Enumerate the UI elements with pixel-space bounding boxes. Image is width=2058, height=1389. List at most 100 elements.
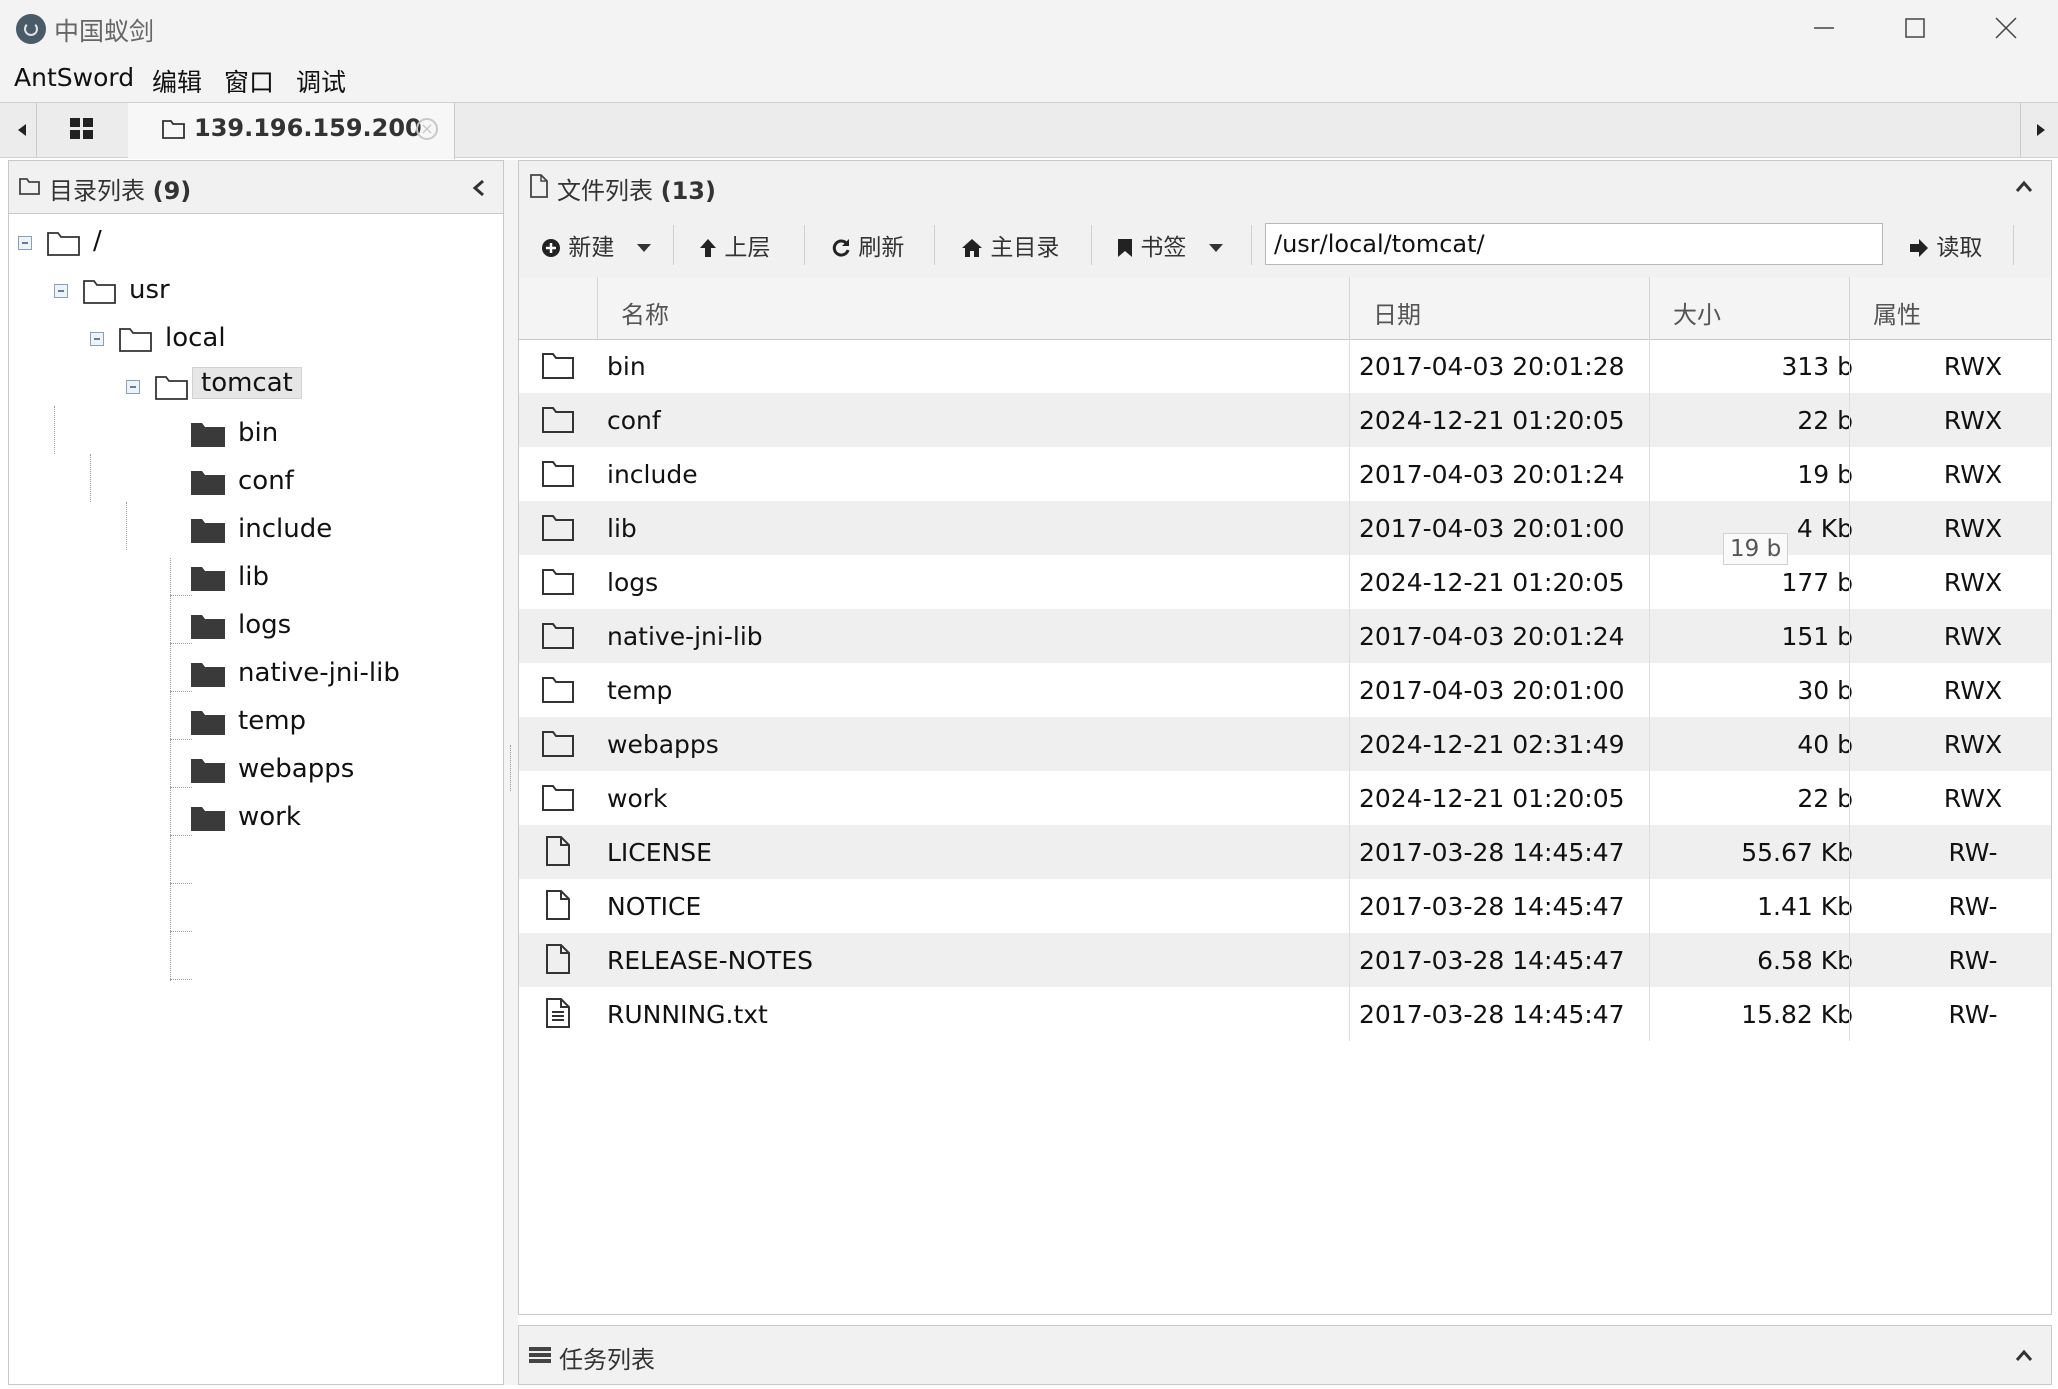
file-attributes: RWX [1943, 406, 2003, 435]
chevron-up-icon[interactable] [2015, 179, 2033, 193]
tree-guide [170, 787, 192, 788]
tree-toggle-local[interactable] [90, 332, 104, 346]
folder-filled-icon [191, 663, 225, 687]
tree-item-root[interactable]: / [93, 226, 102, 256]
read-button[interactable]: 读取 [1909, 228, 1982, 262]
file-attributes: RWX [1943, 676, 2003, 705]
tree-item-bin[interactable]: bin [238, 418, 278, 448]
column-divider [1849, 393, 1850, 447]
column-header-attributes[interactable]: 属性 [1873, 295, 1921, 330]
folder-open-icon [119, 328, 152, 352]
tab-scroll-right-button[interactable] [2020, 103, 2058, 157]
tree-item-usr[interactable]: usr [129, 275, 170, 305]
column-divider [1849, 277, 1850, 339]
file-date: 2017-03-28 14:45:47 [1359, 892, 1625, 921]
file-row[interactable]: webapps 2024-12-21 02:31:49 40 b RWX [519, 717, 2051, 771]
file-panel: 文件列表 (13) 新建 上层 刷新 主目录 书签 /usr/local/tom… [518, 160, 2052, 1315]
column-header-size[interactable]: 大小 [1673, 295, 1721, 330]
tree-guide [126, 502, 127, 550]
file-row[interactable]: lib 2017-04-03 20:01:00 4 Kb RWX [519, 501, 2051, 555]
tree-toggle-root[interactable] [18, 236, 32, 250]
bookmark-button[interactable]: 书签 [1117, 228, 1224, 262]
tab-shell[interactable]: 139.196.159.200 × [128, 103, 455, 159]
folder-open-icon [83, 280, 116, 304]
file-panel-title: 文件列表 (13) [557, 171, 716, 206]
file-count: (13) [660, 177, 716, 205]
file-row[interactable]: temp 2017-04-03 20:01:00 30 b RWX [519, 663, 2051, 717]
new-button[interactable]: 新建 [541, 228, 652, 262]
column-divider [1649, 825, 1650, 879]
toolbar-separator [2013, 225, 2014, 265]
file-row[interactable]: LICENSE 2017-03-28 14:45:47 55.67 Kb RW- [519, 825, 2051, 879]
menu-antsword[interactable]: AntSword [14, 63, 134, 92]
menu-edit[interactable]: 编辑 [152, 63, 202, 99]
refresh-button-label: 刷新 [858, 235, 905, 261]
file-row[interactable]: native-jni-lib 2017-04-03 20:01:24 151 b RW… [519, 609, 2051, 663]
file-size: 1.41 Kb [1757, 892, 1853, 921]
column-divider [1849, 933, 1850, 987]
new-button-label: 新建 [568, 235, 615, 261]
file-size: 19 b [1797, 460, 1853, 489]
column-divider [1649, 339, 1650, 393]
column-header-name[interactable]: 名称 [621, 295, 669, 330]
home-dir-button[interactable]: 主目录 [961, 228, 1059, 262]
tab-scroll-left-button[interactable] [8, 103, 37, 157]
file-attributes: RWX [1943, 568, 2003, 597]
minimize-button[interactable] [1794, 8, 1854, 48]
tab-home[interactable] [38, 103, 129, 157]
tree-item-native-jni-lib[interactable]: native-jni-lib [238, 658, 400, 688]
column-divider [1649, 879, 1650, 933]
tree-item-conf[interactable]: conf [238, 466, 294, 496]
menu-window[interactable]: 窗口 [224, 63, 274, 99]
tab-close-icon[interactable]: × [416, 118, 438, 140]
close-button[interactable] [1976, 8, 2036, 48]
file-date: 2024-12-21 01:20:05 [1359, 568, 1625, 597]
tree-toggle-usr[interactable] [54, 284, 68, 298]
file-name: temp [607, 676, 673, 705]
tree-item-tomcat-selected[interactable]: tomcat [192, 367, 302, 399]
folder-filled-icon [191, 519, 225, 543]
file-row[interactable]: RELEASE-NOTES 2017-03-28 14:45:47 6.58 Kb R… [519, 933, 2051, 987]
column-divider [1649, 555, 1650, 609]
file-row[interactable]: work 2024-12-21 01:20:05 22 b RWX [519, 771, 2051, 825]
file-date: 2017-04-03 20:01:24 [1359, 460, 1625, 489]
tree-guide [170, 835, 192, 836]
folder-icon [542, 353, 574, 379]
file-row[interactable]: bin 2017-04-03 20:01:28 313 b RWX [519, 339, 2051, 393]
chevron-up-icon[interactable] [2015, 1348, 2033, 1362]
file-date: 2017-04-03 20:01:00 [1359, 676, 1625, 705]
column-divider [1349, 339, 1350, 393]
tree-item-lib[interactable]: lib [238, 562, 269, 592]
file-attributes: RWX [1943, 514, 2003, 543]
tree-item-local[interactable]: local [165, 323, 226, 353]
column-divider [1349, 447, 1350, 501]
file-date: 2024-12-21 01:20:05 [1359, 406, 1625, 435]
refresh-button[interactable]: 刷新 [831, 228, 904, 262]
home-dir-button-label: 主目录 [990, 235, 1060, 261]
antsword-logo-icon [16, 14, 46, 44]
chevron-left-icon[interactable] [471, 179, 487, 197]
splitter-grip[interactable] [510, 745, 513, 791]
file-row[interactable]: logs 2024-12-21 01:20:05 177 b RWX [519, 555, 2051, 609]
file-row[interactable]: NOTICE 2017-03-28 14:45:47 1.41 Kb RW- [519, 879, 2051, 933]
tree-item-include[interactable]: include [238, 514, 332, 544]
menu-bar: AntSword 编辑 窗口 调试 [0, 56, 2058, 102]
file-size: 22 b [1797, 406, 1853, 435]
tree-toggle-tomcat[interactable] [126, 380, 140, 394]
path-input[interactable] [1265, 223, 1883, 265]
tree-item-logs[interactable]: logs [238, 610, 291, 640]
folder-filled-icon [191, 567, 225, 591]
file-size: 4 Kb [1796, 514, 1853, 543]
tree-item-work[interactable]: work [238, 802, 301, 832]
file-row[interactable]: conf 2024-12-21 01:20:05 22 b RWX [519, 393, 2051, 447]
maximize-button[interactable] [1885, 8, 1945, 48]
menu-debug[interactable]: 调试 [296, 63, 346, 99]
file-row[interactable]: include 2017-04-03 20:01:24 19 b RWX [519, 447, 2051, 501]
up-button[interactable]: 上层 [699, 228, 770, 262]
column-header-date[interactable]: 日期 [1373, 295, 1421, 330]
column-divider [1349, 987, 1350, 1041]
column-divider [1649, 393, 1650, 447]
file-row[interactable]: RUNNING.txt 2017-03-28 14:45:47 15.82 Kb RW… [519, 987, 2051, 1041]
tree-item-temp[interactable]: temp [238, 706, 306, 736]
tree-item-webapps[interactable]: webapps [238, 754, 354, 784]
